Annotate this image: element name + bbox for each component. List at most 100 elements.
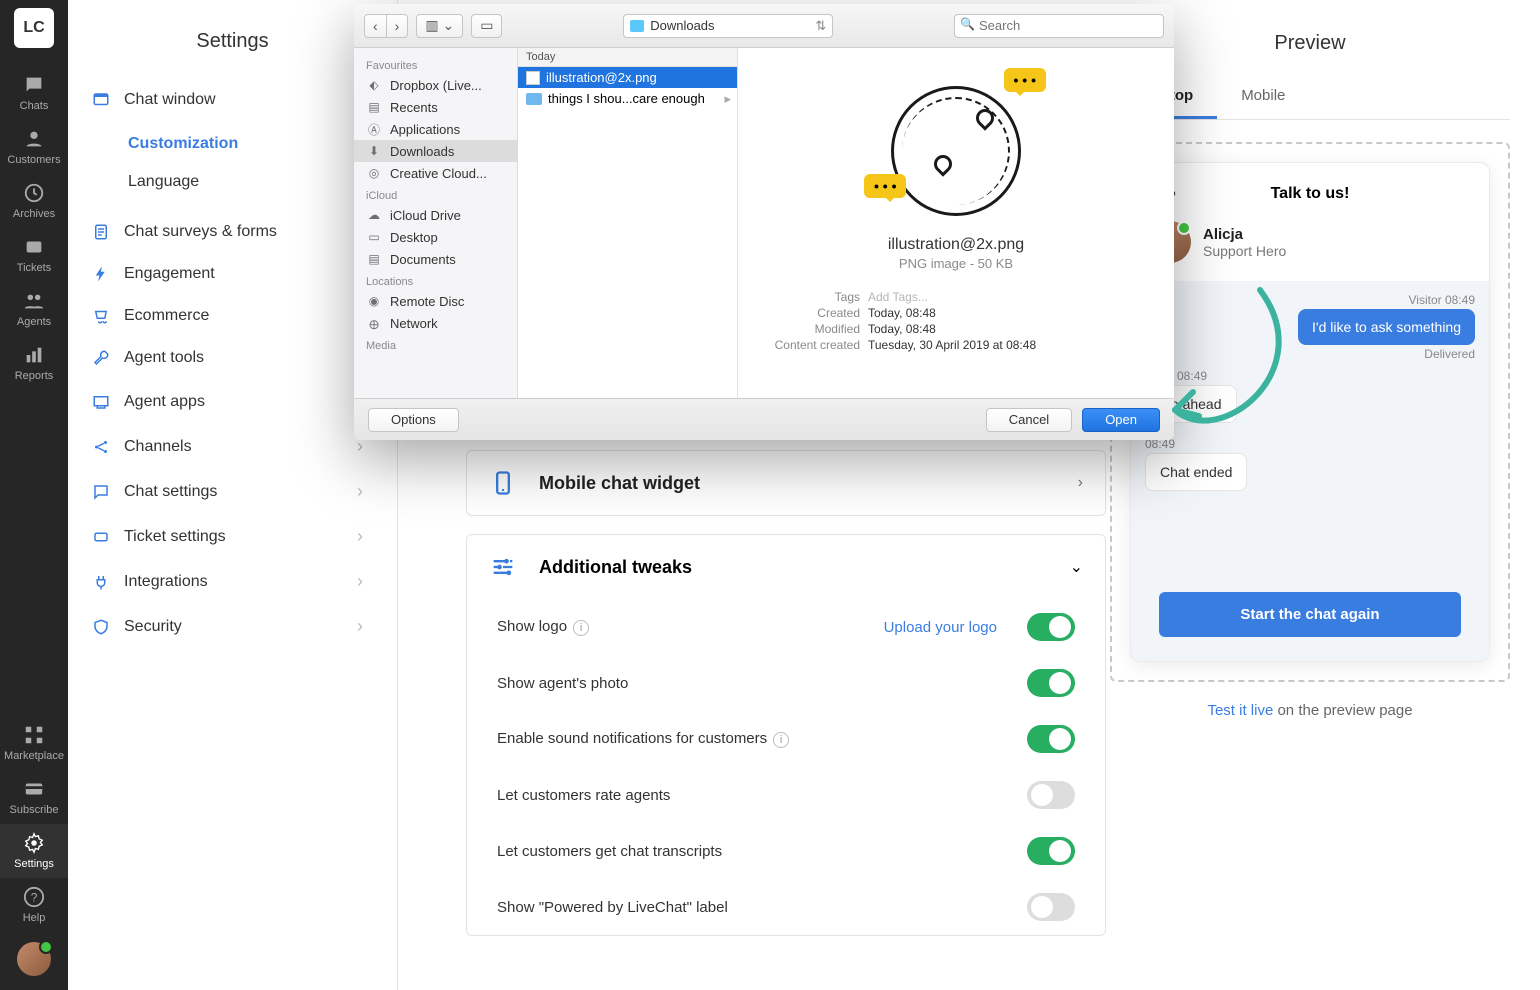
sidebar-item-creative-cloud[interactable]: ◎Creative Cloud... (354, 162, 517, 184)
nav-customization[interactable]: Customization (128, 125, 377, 163)
file-row-illustration[interactable]: illustration@2x.png (518, 67, 737, 88)
cancel-button[interactable]: Cancel (986, 408, 1072, 432)
additional-tweaks-header[interactable]: Additional tweaks ⌄ (467, 535, 1105, 599)
tweak-powered: Show "Powered by LiveChat" label (467, 879, 1105, 935)
info-icon[interactable]: i (573, 620, 589, 636)
reports-icon (23, 344, 45, 366)
rail-reports[interactable]: Reports (0, 336, 68, 390)
agent-meta: Alicja 08:49 (1145, 369, 1475, 383)
favourites-header: Favourites (354, 54, 517, 74)
shield-icon (92, 618, 110, 636)
sidebar-item-desktop[interactable]: ▭Desktop (354, 226, 517, 248)
nav-chat-surveys[interactable]: Chat surveys & forms (78, 211, 377, 253)
sliders-icon (489, 553, 517, 581)
options-button[interactable]: Options (368, 408, 459, 432)
toggle-powered[interactable] (1027, 893, 1075, 921)
chevron-down-icon: ⌄ (1070, 557, 1083, 577)
tags-field[interactable]: Add Tags... (868, 290, 928, 304)
start-chat-again-button[interactable]: Start the chat again (1159, 592, 1461, 637)
sidebar-item-documents[interactable]: ▤Documents (354, 248, 517, 270)
rail-help[interactable]: ? Help (0, 878, 68, 932)
rail-tickets-label: Tickets (17, 262, 51, 274)
nav-chat-window[interactable]: Chat window (78, 79, 377, 121)
ticket-icon (23, 236, 45, 258)
toggle-rate[interactable] (1027, 781, 1075, 809)
view-mode-button[interactable]: ▥ ⌄ (416, 14, 463, 38)
file-row-things-folder[interactable]: things I shou...care enough ▸ (518, 88, 737, 109)
nav-channels[interactable]: Channels› (78, 424, 377, 469)
rail-settings[interactable]: Settings (0, 824, 68, 878)
nav-agent-apps[interactable]: Agent apps› (78, 379, 377, 424)
nav-agent-tools[interactable]: Agent tools (78, 337, 377, 379)
share-icon (92, 438, 110, 456)
sidebar-item-network[interactable]: 🜨Network (354, 312, 517, 334)
grid-icon (23, 724, 45, 746)
end-message: Chat ended (1145, 453, 1247, 491)
preview-metadata: TagsAdd Tags... CreatedToday, 08:48 Modi… (758, 289, 1154, 353)
search-input[interactable] (954, 14, 1164, 38)
nav-engagement[interactable]: Engagement (78, 253, 377, 295)
tab-mobile[interactable]: Mobile (1217, 75, 1309, 119)
rail-agents-label: Agents (17, 316, 51, 328)
image-file-icon (526, 71, 540, 85)
nav-back-button[interactable]: ‹ (364, 14, 387, 38)
preview-link-row: Test it live on the preview page (1110, 702, 1510, 719)
tweak-rate: Let customers rate agents (467, 767, 1105, 823)
docs-icon: ▤ (366, 251, 382, 267)
sidebar-item-recents[interactable]: ▤Recents (354, 96, 517, 118)
desktop-icon: ▭ (366, 229, 382, 245)
location-dropdown[interactable]: Downloads ⇅ (623, 14, 833, 38)
file-list: Today illustration@2x.png things I shou.… (518, 48, 738, 398)
toggle-sound[interactable] (1027, 725, 1075, 753)
svg-text:?: ? (31, 891, 38, 905)
rail-help-label: Help (23, 912, 46, 924)
sidebar-item-icloud-drive[interactable]: ☁iCloud Drive (354, 204, 517, 226)
toggle-agent-photo[interactable] (1027, 669, 1075, 697)
user-avatar[interactable] (17, 942, 51, 976)
file-thumbnail: • • • • • • (876, 68, 1036, 228)
nav-ecommerce[interactable]: Ecommerce (78, 295, 377, 337)
rail-chats-label: Chats (20, 100, 49, 112)
file-open-dialog: ‹ › ▥ ⌄ ▭ Downloads ⇅ Favourites ⬖Dropbo… (354, 4, 1174, 440)
nav-integrations[interactable]: Integrations› (78, 559, 377, 604)
group-button[interactable]: ▭ (471, 14, 502, 38)
sidebar-item-downloads[interactable]: ⬇Downloads (354, 140, 517, 162)
nav-ticket-settings[interactable]: Ticket settings› (78, 514, 377, 559)
chatset-icon (92, 483, 110, 501)
nav-language[interactable]: Language (128, 163, 377, 201)
upload-logo-link[interactable]: Upload your logo (884, 619, 997, 636)
rail-chats[interactable]: Chats (0, 66, 68, 120)
preview-filename: illustration@2x.png (888, 236, 1024, 254)
chevron-right-icon: › (357, 571, 363, 592)
gear-icon (23, 832, 45, 854)
chat-widget-preview: ••• Talk to us! Alicja Support Hero Visi… (1130, 162, 1490, 662)
nav-chat-settings[interactable]: Chat settings› (78, 469, 377, 514)
sidebar-item-applications[interactable]: ⒶApplications (354, 118, 517, 140)
wrench-icon (92, 349, 110, 367)
sidebar-item-remote-disc[interactable]: ◉Remote Disc (354, 290, 517, 312)
test-it-live-link[interactable]: Test it live (1207, 702, 1273, 719)
rail-marketplace[interactable]: Marketplace (0, 716, 68, 770)
disc-icon: ◉ (366, 293, 382, 309)
cloud-icon: ☁ (366, 207, 382, 223)
folder-icon (630, 20, 644, 32)
nav-security[interactable]: Security› (78, 604, 377, 649)
rail-tickets[interactable]: Tickets (0, 228, 68, 282)
info-icon[interactable]: i (773, 732, 789, 748)
list-header-today: Today (518, 48, 737, 67)
toggle-show-logo[interactable] (1027, 613, 1075, 641)
rail-archives[interactable]: Archives (0, 174, 68, 228)
nav-forward-button[interactable]: › (387, 14, 409, 38)
mobile-chat-widget-card[interactable]: Mobile chat widget › (466, 450, 1106, 516)
sidebar-item-dropbox[interactable]: ⬖Dropbox (Live... (354, 74, 517, 96)
rail-customers[interactable]: Customers (0, 120, 68, 174)
dialog-search (954, 14, 1164, 38)
dialog-toolbar: ‹ › ▥ ⌄ ▭ Downloads ⇅ (354, 4, 1174, 48)
end-meta: 08:49 (1145, 437, 1475, 451)
agent-role: Support Hero (1203, 243, 1286, 259)
file-preview-pane: • • • • • • illustration@2x.png PNG imag… (738, 48, 1174, 398)
toggle-transcripts[interactable] (1027, 837, 1075, 865)
rail-agents[interactable]: Agents (0, 282, 68, 336)
open-button[interactable]: Open (1082, 408, 1160, 432)
rail-subscribe[interactable]: Subscribe (0, 770, 68, 824)
